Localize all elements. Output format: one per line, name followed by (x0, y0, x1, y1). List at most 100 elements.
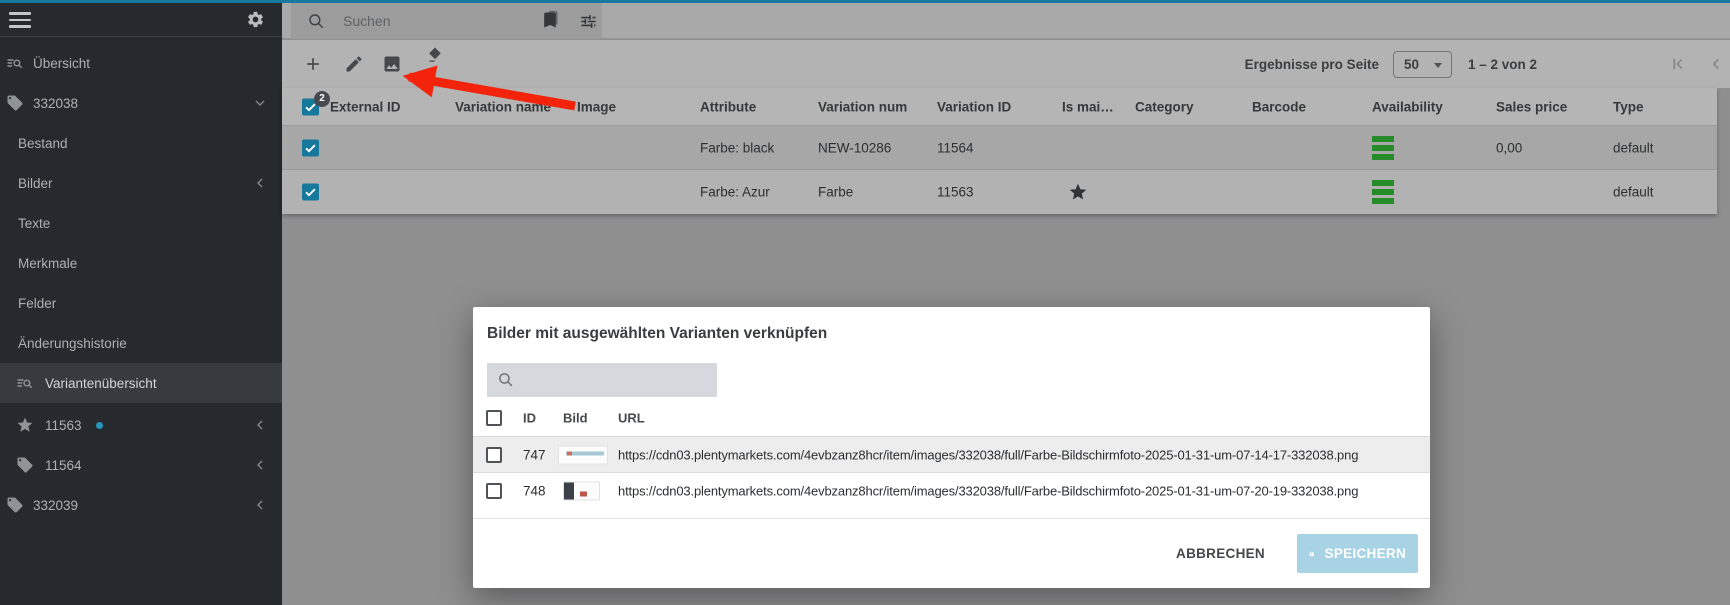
menu-hamburger-icon[interactable] (9, 12, 31, 28)
chevron-left-icon (252, 417, 268, 433)
variations-table: 2 External ID Variation name Image Attri… (282, 88, 1717, 214)
filter-tune-icon[interactable] (579, 12, 598, 31)
bookmark-icon[interactable] (540, 10, 560, 32)
image-thumbnail (563, 482, 600, 501)
image-id: 747 (523, 447, 546, 462)
dialog-search-box (487, 363, 717, 397)
sidebar-item-label: 11563 (45, 418, 82, 433)
selected-count-badge: 2 (314, 91, 330, 107)
link-images-dialog: Bilder mit ausgewählten Varianten verknü… (473, 307, 1430, 588)
row-checkbox[interactable] (302, 139, 319, 156)
variant-search-icon (16, 374, 34, 392)
sidebar-item-label: 332038 (33, 96, 78, 111)
col-variation-num[interactable]: Variation num (818, 99, 907, 114)
save-floppy-icon (1309, 546, 1315, 562)
sidebar-item-label: Bestand (18, 136, 68, 151)
dialog-row-checkbox[interactable] (486, 447, 502, 463)
col-id: ID (523, 410, 536, 425)
sidebar-item-texte[interactable]: Texte (0, 203, 282, 243)
sidebar-item-label: 11564 (45, 458, 82, 473)
search-input[interactable] (341, 9, 521, 33)
edit-pencil-button[interactable] (344, 54, 364, 74)
cancel-button[interactable]: ABBRECHEN (1170, 536, 1271, 571)
table-row[interactable]: Farbe: Azur Farbe 11563 default (282, 170, 1717, 214)
col-bild: Bild (563, 410, 588, 425)
app-window: Übersicht 332038 Bestand Bilder Texte Me… (0, 0, 1730, 605)
col-type[interactable]: Type (1613, 99, 1644, 114)
cell-variation-id: 11564 (937, 140, 974, 155)
sidebar-item-332039[interactable]: 332039 (0, 485, 282, 525)
col-variation-name[interactable]: Variation name (455, 99, 551, 114)
sidebar-item-merkmale[interactable]: Merkmale (0, 243, 282, 283)
sidebar-item-label: Merkmale (18, 256, 77, 271)
col-is-main[interactable]: Is mai… (1062, 99, 1114, 114)
page-size-select[interactable]: 50 (1393, 51, 1452, 78)
dialog-image-row[interactable]: 748 https://cdn03.plentymarkets.com/4evb… (473, 473, 1430, 509)
add-variation-button[interactable] (303, 54, 323, 74)
col-attribute[interactable]: Attribute (700, 99, 756, 114)
sidebar-item-332038[interactable]: 332038 (0, 83, 282, 123)
chevron-left-icon (252, 457, 268, 473)
dialog-image-table: ID Bild URL 747 https://cdn03.plentymark… (473, 399, 1430, 509)
sidebar-item-label: Änderungshistorie (18, 336, 127, 351)
cell-attribute: Farbe: Azur (700, 185, 770, 200)
gear-icon[interactable] (246, 10, 265, 29)
tag-icon (6, 496, 24, 514)
image-url: https://cdn03.plentymarkets.com/4evbzanz… (618, 447, 1358, 462)
dialog-footer: ABBRECHEN SPEICHERN (473, 518, 1430, 588)
search-box (291, 3, 602, 39)
previous-page-button[interactable] (1707, 55, 1725, 73)
pagination-bar: Ergebnisse pro Seite 50 1 – 2 von 2 (1245, 40, 1730, 88)
sidebar-item-label: 332039 (33, 498, 78, 513)
link-images-button[interactable] (382, 54, 402, 74)
col-sales-price[interactable]: Sales price (1496, 99, 1567, 114)
save-button-label: SPEICHERN (1325, 546, 1406, 561)
cell-attribute: Farbe: black (700, 140, 774, 155)
row-checkbox[interactable] (302, 184, 319, 201)
col-availability[interactable]: Availability (1372, 99, 1443, 114)
sidebar-item-uebersicht[interactable]: Übersicht (0, 43, 282, 83)
sidebar-item-label: Texte (18, 216, 50, 231)
page-range-label: 1 – 2 von 2 (1468, 57, 1537, 72)
sidebar-item-bilder[interactable]: Bilder (0, 163, 282, 203)
dialog-image-row[interactable]: 747 https://cdn03.plentymarkets.com/4evb… (473, 437, 1430, 473)
sidebar-item-bestand[interactable]: Bestand (0, 123, 282, 163)
select-caret-icon (1434, 63, 1442, 68)
sidebar: Übersicht 332038 Bestand Bilder Texte Me… (0, 3, 282, 605)
dialog-row-checkbox[interactable] (486, 483, 502, 499)
sidebar-header (0, 3, 282, 37)
col-image[interactable]: Image (577, 99, 616, 114)
image-id: 748 (523, 484, 546, 499)
col-url: URL (618, 410, 645, 425)
sidebar-item-11564[interactable]: 11564 (0, 445, 282, 485)
search-icon (497, 371, 514, 388)
page-size-value: 50 (1404, 57, 1419, 72)
tag-icon (6, 94, 24, 112)
col-external-id[interactable]: External ID (330, 99, 401, 114)
sidebar-item-felder[interactable]: Felder (0, 283, 282, 323)
overview-search-icon (6, 54, 24, 72)
tag-icon (16, 456, 34, 474)
search-icon (307, 12, 325, 30)
save-button[interactable]: SPEICHERN (1297, 534, 1418, 573)
cell-variation-id: 11563 (937, 185, 974, 200)
table-row[interactable]: Farbe: black NEW-10286 11564 0,00 defaul… (282, 126, 1717, 170)
col-variation-id[interactable]: Variation ID (937, 99, 1011, 114)
col-barcode[interactable]: Barcode (1252, 99, 1306, 114)
chevron-left-icon (252, 497, 268, 513)
dialog-search-input[interactable] (521, 368, 706, 392)
first-page-button[interactable] (1669, 55, 1687, 73)
eraser-icon[interactable] (425, 45, 445, 65)
sidebar-item-label: Variantenübersicht (45, 376, 157, 391)
search-bar-row (282, 3, 1730, 39)
sidebar-item-11563[interactable]: 11563 (0, 405, 282, 445)
dialog-select-all-checkbox[interactable] (486, 410, 502, 426)
sidebar-item-aenderungshistorie[interactable]: Änderungshistorie (0, 323, 282, 363)
is-main-star-icon (1068, 182, 1088, 202)
chevron-down-icon (252, 95, 268, 111)
col-category[interactable]: Category (1135, 99, 1194, 114)
chevron-left-icon (252, 175, 268, 191)
sidebar-item-variantenuebersicht[interactable]: Variantenübersicht (0, 363, 282, 403)
cell-variation-num: Farbe (818, 185, 853, 200)
sidebar-item-label: Übersicht (33, 56, 90, 71)
